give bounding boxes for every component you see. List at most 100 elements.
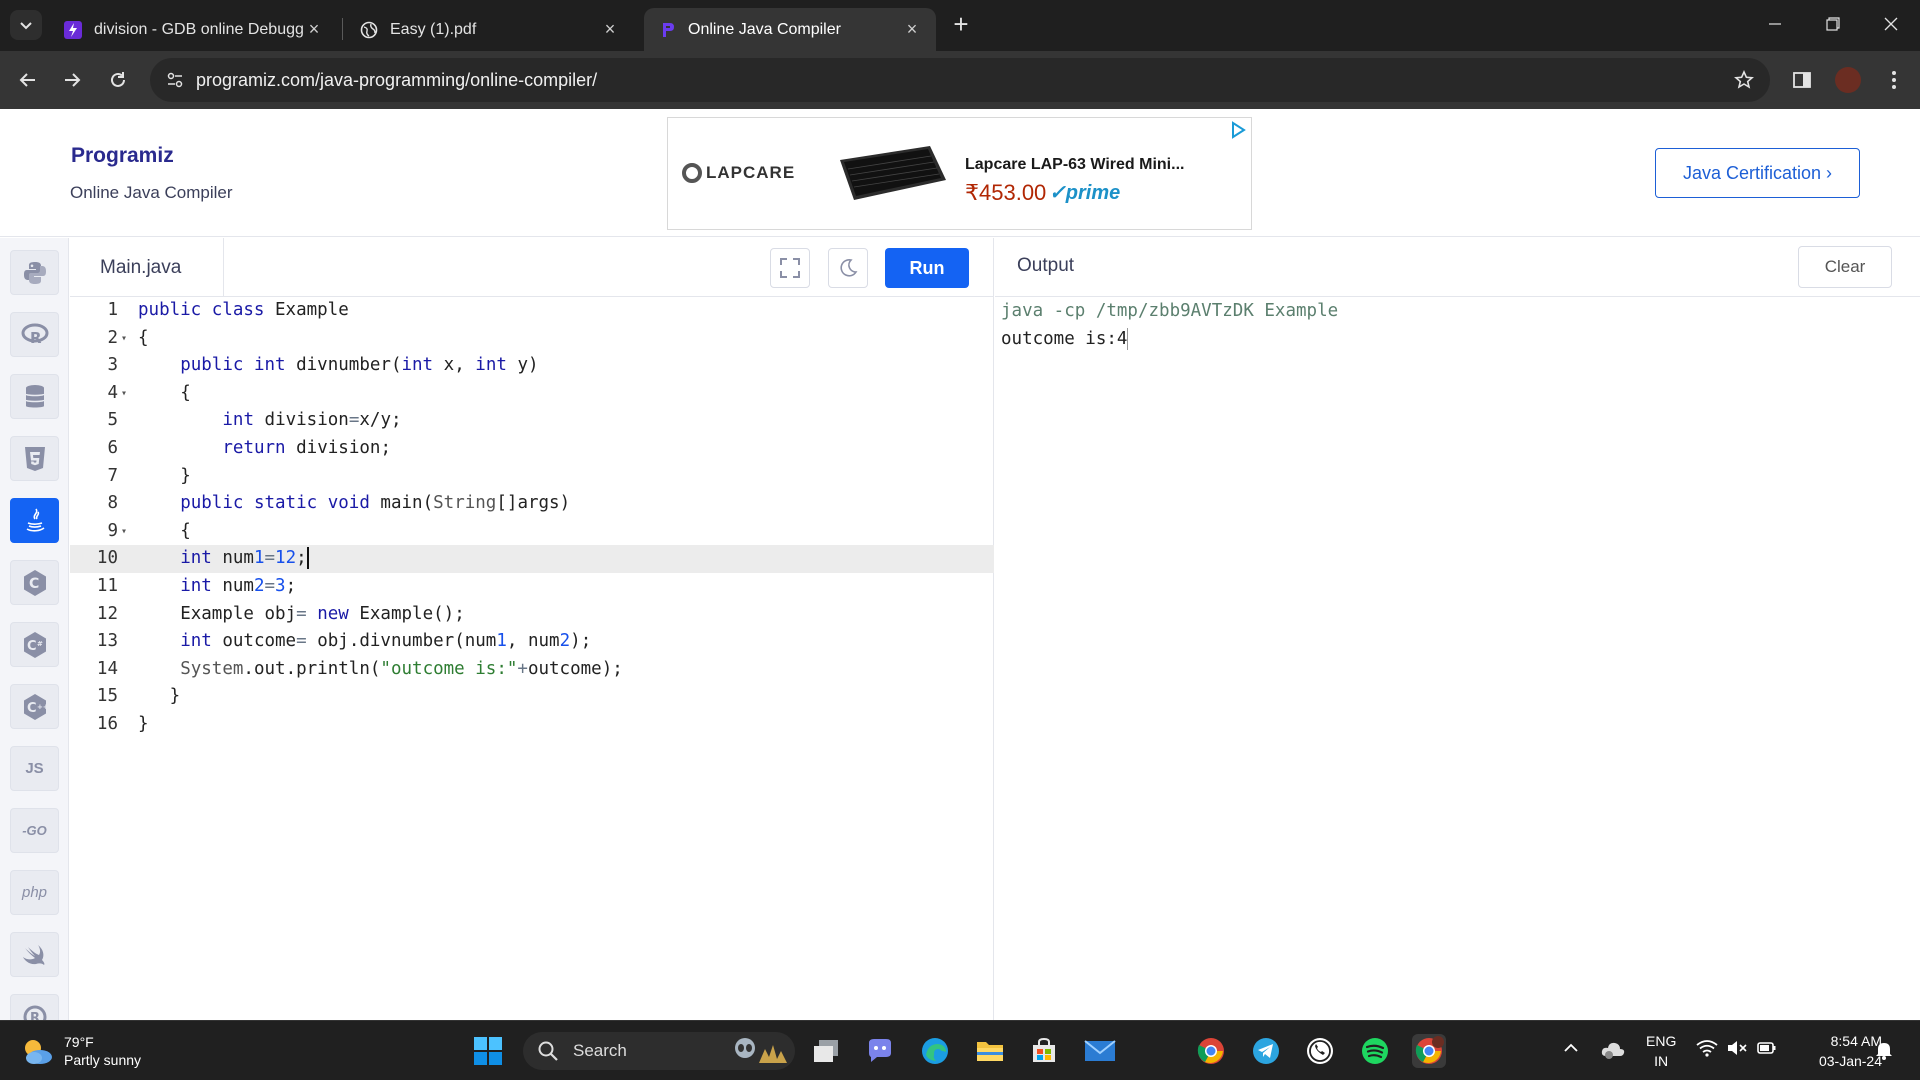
lang-swift-button[interactable] xyxy=(10,932,59,977)
output-cursor xyxy=(1127,328,1129,350)
chrome-button[interactable] xyxy=(1194,1034,1228,1068)
restore-icon xyxy=(1826,17,1840,31)
lang-csharp-button[interactable]: C # xyxy=(10,622,59,667)
java-certification-button[interactable]: Java Certification › xyxy=(1655,148,1860,198)
fold-toggle-icon[interactable]: ▾ xyxy=(121,380,127,408)
file-explorer-button[interactable] xyxy=(973,1034,1007,1068)
tab-pdf[interactable]: Easy (1).pdf × xyxy=(346,8,634,51)
chrome-profile-button[interactable] xyxy=(1412,1034,1446,1068)
spotify-button[interactable] xyxy=(1358,1034,1392,1068)
close-window-button[interactable] xyxy=(1862,0,1920,48)
code-line[interactable]: 5 int division=x/y; xyxy=(70,407,994,435)
microsoft-store-button[interactable] xyxy=(1027,1034,1061,1068)
edge-button[interactable] xyxy=(918,1034,952,1068)
battery-tray-button[interactable] xyxy=(1756,1039,1778,1062)
code-line[interactable]: 9 ▾ { xyxy=(70,518,994,546)
line-number: 10 xyxy=(96,548,118,569)
new-tab-button[interactable]: + xyxy=(948,11,974,38)
lang-rust-button[interactable]: R xyxy=(10,994,59,1020)
tab-label: Easy (1).pdf xyxy=(390,20,477,38)
line-number: 5 xyxy=(107,410,118,431)
database-icon xyxy=(24,384,45,407)
lang-c-button[interactable]: C xyxy=(10,560,59,605)
close-tab-icon[interactable]: × xyxy=(304,19,324,40)
site-info-icon[interactable] xyxy=(164,69,186,91)
bookmark-star-icon[interactable] xyxy=(1732,68,1756,92)
notifications-button[interactable] xyxy=(1874,1040,1894,1065)
telegram-button[interactable] xyxy=(1249,1034,1283,1068)
advertisement-banner[interactable]: LAPCARE Lapcare LAP-63 Wired Mini... ₹45… xyxy=(667,117,1252,230)
tab-online-java-compiler[interactable]: Online Java Compiler × xyxy=(644,8,936,51)
code-line[interactable]: 12 Example obj= new Example(); xyxy=(70,601,994,629)
code-line[interactable]: 15 } xyxy=(70,683,994,711)
code-line[interactable]: 13 int outcome= obj.divnumber(num1, num2… xyxy=(70,628,994,656)
run-button[interactable]: Run xyxy=(885,248,969,288)
code-text: } xyxy=(180,465,191,486)
line-number: 7 xyxy=(107,465,118,486)
taskbar-clock[interactable]: 8:54 AM 03-Jan-24 xyxy=(1792,1031,1882,1071)
close-tab-icon[interactable]: × xyxy=(600,19,620,40)
code-text: System.out.println("outcome is:"+outcome… xyxy=(180,658,623,679)
onedrive-tray-button[interactable] xyxy=(1600,1038,1626,1065)
forward-button[interactable] xyxy=(56,64,88,96)
input-language-indicator[interactable]: ENG IN xyxy=(1646,1031,1676,1071)
wifi-tray-button[interactable] xyxy=(1696,1039,1718,1062)
back-button[interactable] xyxy=(12,64,44,96)
svg-text:R: R xyxy=(30,329,42,347)
fold-toggle-icon[interactable]: ▾ xyxy=(121,325,127,353)
close-tab-icon[interactable]: × xyxy=(902,19,922,40)
dark-mode-button[interactable] xyxy=(828,248,868,288)
whatsapp-button[interactable] xyxy=(1303,1034,1337,1068)
clear-button[interactable]: Clear xyxy=(1798,246,1892,288)
lang-javascript-button[interactable]: JS xyxy=(10,746,59,791)
browser-menu-button[interactable] xyxy=(1878,64,1910,96)
weather-widget[interactable]: 79°F Partly sunny xyxy=(20,1033,141,1069)
file-tab-main-java[interactable]: Main.java xyxy=(70,238,224,297)
lang-sql-button[interactable] xyxy=(10,374,59,419)
address-bar[interactable]: programiz.com/java-programming/online-co… xyxy=(150,58,1770,102)
adchoices-icon[interactable] xyxy=(1229,121,1247,139)
code-editor-pane: Main.java Run 1 public class Example 2 ▾{3 … xyxy=(70,238,994,1020)
lang-java-button[interactable] xyxy=(10,498,59,543)
side-panel-button[interactable] xyxy=(1786,64,1818,96)
reload-button[interactable] xyxy=(102,64,134,96)
lang-r-button[interactable]: R xyxy=(10,312,59,357)
restore-button[interactable] xyxy=(1804,0,1862,48)
code-line[interactable]: 8 public static void main(String[]args) xyxy=(70,490,994,518)
tab-search-button[interactable] xyxy=(10,10,42,40)
code-area[interactable]: 1 public class Example 2 ▾{3 public int div… xyxy=(70,297,994,739)
code-line[interactable]: 2 ▾ { xyxy=(70,325,994,353)
taskbar-search[interactable]: Search xyxy=(523,1032,795,1070)
task-view-button[interactable] xyxy=(809,1034,843,1068)
fold-toggle-icon[interactable]: ▾ xyxy=(121,518,127,546)
volume-tray-button[interactable] xyxy=(1726,1039,1748,1062)
profile-avatar[interactable] xyxy=(1835,67,1861,93)
code-line[interactable]: 14 System.out.println("outcome is:"+outc… xyxy=(70,656,994,684)
code-line[interactable]: 16} xyxy=(70,711,994,739)
code-line[interactable]: 7 } xyxy=(70,463,994,491)
lang-go-button[interactable]: -GO xyxy=(10,808,59,853)
code-line[interactable]: 11 int num2=3; xyxy=(70,573,994,601)
code-text: Example obj= new Example(); xyxy=(180,603,465,624)
fullscreen-button[interactable] xyxy=(770,248,810,288)
code-line[interactable]: 4 ▾ { xyxy=(70,380,994,408)
minimize-button[interactable] xyxy=(1746,0,1804,48)
code-line[interactable]: 10 int num1=12; xyxy=(70,545,994,573)
start-button[interactable] xyxy=(471,1034,505,1068)
output-console[interactable]: java -cp /tmp/zbb9AVTzDK Example outcome… xyxy=(1001,297,1338,353)
tab-gdb[interactable]: division - GDB online Debugger × xyxy=(50,8,338,51)
code-text: { xyxy=(180,520,191,541)
teams-chat-button[interactable] xyxy=(863,1034,897,1068)
code-line[interactable]: 1 public class Example xyxy=(70,297,994,325)
lang-html-button[interactable] xyxy=(10,436,59,481)
lang-php-button[interactable]: php xyxy=(10,870,59,915)
fullscreen-icon xyxy=(780,258,800,278)
programiz-logo[interactable]: Programiz xyxy=(71,144,174,168)
code-line[interactable]: 3 public int divnumber(int x, int y) xyxy=(70,352,994,380)
lang-python-button[interactable] xyxy=(10,250,59,295)
code-line[interactable]: 6 return division; xyxy=(70,435,994,463)
lang-cpp-button[interactable]: C ++ xyxy=(10,684,59,729)
mail-button[interactable] xyxy=(1083,1034,1117,1068)
kebab-menu-icon xyxy=(1892,71,1896,89)
show-hidden-icons-button[interactable] xyxy=(1562,1041,1580,1060)
